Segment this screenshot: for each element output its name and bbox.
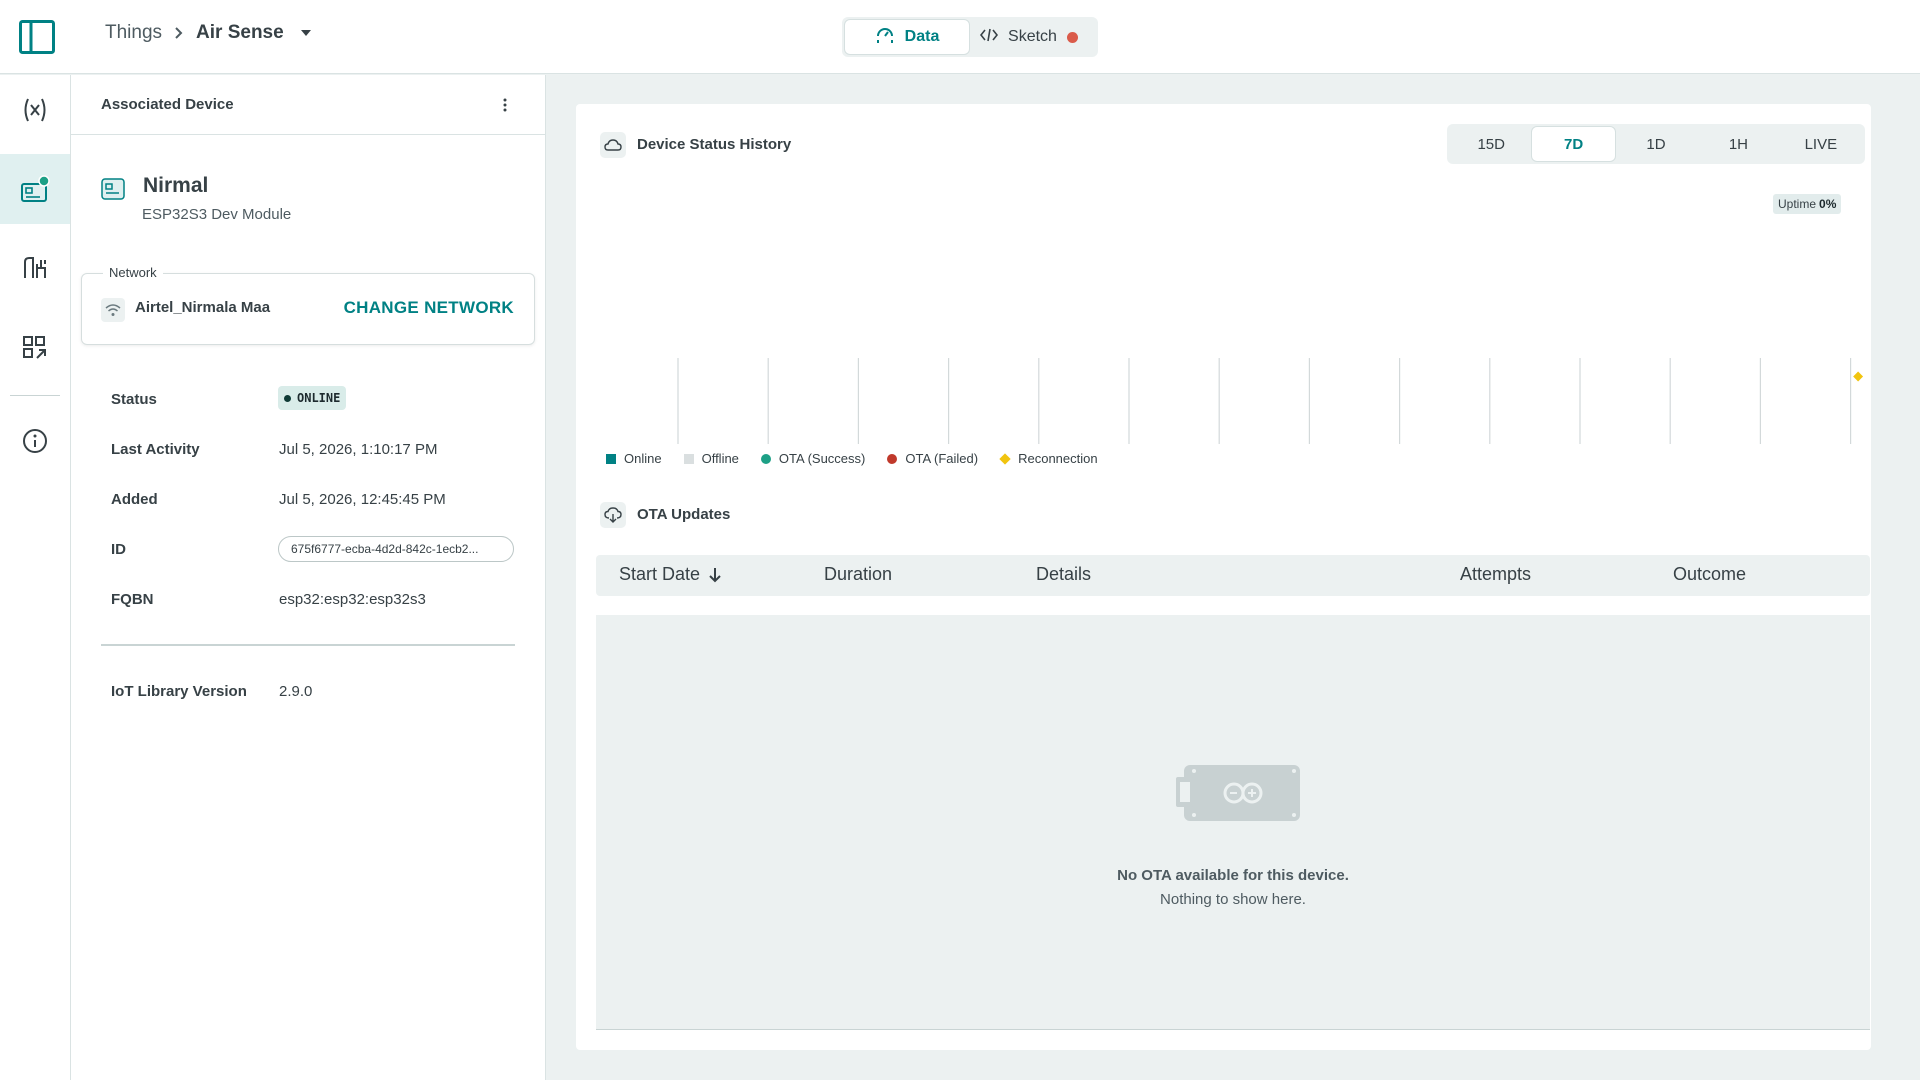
- tab-data[interactable]: Data: [845, 20, 969, 54]
- main-card: Device Status History 15D 7D 1D 1H LIVE Upti…: [576, 104, 1871, 1050]
- rail-divider: [10, 395, 60, 396]
- range-button-live[interactable]: LIVE: [1780, 127, 1862, 161]
- variable-icon: [24, 98, 46, 122]
- legend-swatch: [760, 453, 771, 464]
- device-model: ESP32S3 Dev Module: [142, 206, 292, 223]
- legend-label: Online: [624, 451, 662, 466]
- cloud-icon: [600, 132, 626, 158]
- status-label: Status: [111, 391, 157, 408]
- rail-device[interactable]: [0, 154, 70, 224]
- sort-down-icon: [708, 567, 722, 583]
- added-value: Jul 5, 2026, 12:45:45 PM: [279, 491, 446, 508]
- column-attempts[interactable]: Attempts: [1460, 564, 1531, 585]
- wifi-icon: [101, 298, 125, 322]
- uptime-label: Uptime: [1778, 197, 1817, 211]
- legend-item: OTA (Success): [760, 451, 866, 466]
- chevron-right-icon: [174, 26, 184, 40]
- status-history-title: Device Status History: [637, 136, 792, 153]
- panel-header: Associated Device: [71, 75, 545, 135]
- legend-item: Reconnection: [999, 451, 1098, 466]
- legend-item: Online: [606, 451, 662, 466]
- ota-updates-title: OTA Updates: [637, 506, 731, 523]
- breadcrumb-current-thing: Air Sense: [196, 22, 284, 43]
- legend-label: Offline: [701, 451, 739, 466]
- fqbn-value: esp32:esp32:esp32s3: [279, 591, 426, 608]
- column-outcome[interactable]: Outcome: [1673, 564, 1746, 585]
- breadcrumb: Things Air Sense: [105, 22, 312, 44]
- legend-label: OTA (Success): [778, 451, 866, 466]
- legend-swatch: [887, 453, 898, 464]
- column-start-date-label: Start Date: [619, 564, 701, 584]
- range-button-1h[interactable]: 1H: [1697, 127, 1779, 161]
- rail-info[interactable]: [0, 406, 70, 476]
- more-options-icon[interactable]: [495, 95, 515, 115]
- uptime-value: 0%: [1819, 197, 1837, 211]
- status-dot: [284, 394, 291, 402]
- legend-item: Offline: [683, 451, 739, 466]
- panel-divider: [101, 644, 515, 646]
- cloud-download-icon: [600, 502, 626, 528]
- rail-webhooks[interactable]: [0, 233, 70, 303]
- associated-device-panel: Associated Device Nirmal ESP32S3 Dev Mod…: [71, 75, 546, 1080]
- tab-sketch[interactable]: Sketch: [969, 20, 1089, 54]
- board-illustration: [1176, 765, 1300, 821]
- empty-state-title: No OTA available for this device.: [1117, 867, 1349, 884]
- column-start-date[interactable]: Start Date: [619, 564, 722, 585]
- board-icon: [101, 178, 125, 200]
- device-icon: [21, 175, 50, 202]
- uptime-badge: Uptime 0%: [1773, 194, 1842, 214]
- network-legend: Network: [103, 265, 163, 280]
- change-network-button[interactable]: CHANGE NETWORK: [344, 298, 514, 318]
- time-range-selector: 15D 7D 1D 1H LIVE: [1447, 124, 1865, 164]
- status-badge: ONLINE: [278, 386, 347, 410]
- legend-item: OTA (Failed): [887, 451, 978, 466]
- ota-table-header: Start Date Duration Details Attempts Out…: [596, 555, 1870, 596]
- added-label: Added: [111, 491, 158, 508]
- legend-swatch: [606, 453, 616, 464]
- device-name: Nirmal: [143, 174, 209, 197]
- tab-sketch-label: Sketch: [1008, 28, 1057, 45]
- last-activity-label: Last Activity: [111, 441, 200, 458]
- chart-legend: Online Offline OTA (Success) OTA (Failed) Re…: [606, 451, 1120, 466]
- info-icon: [23, 429, 47, 453]
- sketch-unsaved-indicator: [1066, 31, 1078, 43]
- iot-library-value: 2.9.0: [279, 683, 313, 700]
- panel-title: Associated Device: [101, 96, 234, 113]
- breadcrumb-things-link[interactable]: Things: [105, 22, 162, 44]
- share-grid-icon: [23, 336, 46, 359]
- webhook-icon: [24, 257, 46, 278]
- legend-swatch: [683, 453, 694, 464]
- range-button-1d[interactable]: 1D: [1615, 127, 1697, 161]
- top-bar: Things Air Sense Data Sketch: [0, 0, 1920, 74]
- tab-data-label: Data: [904, 28, 940, 45]
- caret-down-icon[interactable]: [300, 29, 312, 37]
- id-label: ID: [111, 541, 126, 558]
- dashboard-icon: [875, 26, 895, 49]
- legend-swatch: [999, 452, 1011, 465]
- rail-embed[interactable]: [0, 313, 70, 383]
- legend-label: Reconnection: [1018, 451, 1098, 466]
- last-activity-value: Jul 5, 2026, 1:10:17 PM: [279, 441, 438, 458]
- range-button-7d[interactable]: 7D: [1532, 127, 1615, 161]
- network-name: Airtel_Nirmala Maa: [135, 299, 271, 316]
- status-value: ONLINE: [297, 391, 341, 405]
- empty-state-subtitle: Nothing to show here.: [1160, 891, 1306, 908]
- data-sketch-switch: Data Sketch: [842, 17, 1098, 57]
- sidebar-toggle-icon[interactable]: [19, 20, 55, 54]
- column-details[interactable]: Details: [1036, 564, 1091, 585]
- rail-variables[interactable]: [0, 75, 70, 145]
- iot-library-label: IoT Library Version: [111, 683, 247, 700]
- legend-label: OTA (Failed): [905, 451, 979, 466]
- device-id-copy[interactable]: 675f6777-ecba-4d2d-842c-1ecb2...: [278, 536, 514, 562]
- left-icon-rail: [0, 75, 71, 1080]
- reconnection-marker: [1853, 371, 1864, 382]
- range-button-15d[interactable]: 15D: [1450, 127, 1532, 161]
- network-box: Network Airtel_Nirmala Maa CHANGE NETWOR…: [81, 265, 535, 345]
- status-history-chart: 29 Jun12:0030 Jun12:001 Jul12:002 Jul12:…: [677, 358, 1864, 444]
- fqbn-label: FQBN: [111, 591, 154, 608]
- code-icon: [980, 28, 999, 47]
- column-duration[interactable]: Duration: [824, 564, 892, 585]
- ota-empty-state: No OTA available for this device. Nothin…: [596, 615, 1870, 1030]
